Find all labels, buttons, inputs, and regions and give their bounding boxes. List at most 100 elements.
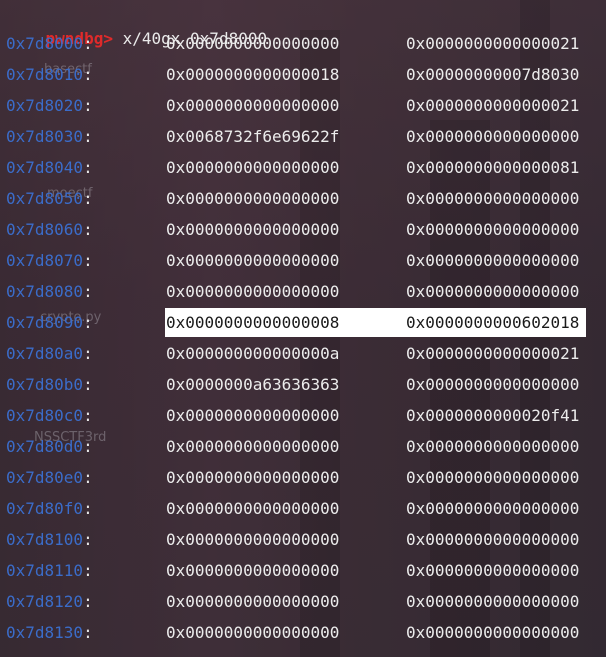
address-text: 0x7d8050	[6, 189, 84, 208]
memory-row: 0x7d8010: 0x0000000000000018 0x00000000007…	[0, 64, 606, 95]
memory-value: 0x0000000000000008	[166, 313, 340, 332]
memory-row: 0x7d8100: 0x0000000000000000 0x00000000000…	[0, 529, 606, 560]
memory-address: 0x7d80a0:	[6, 343, 93, 365]
address-colon: :	[83, 34, 93, 53]
memory-value: 0x0000000a63636363	[166, 375, 340, 394]
memory-value: 0x0000000000000000	[406, 530, 580, 549]
memory-row: 0x7d8050: 0x0000000000000000 0x00000000000…	[0, 188, 606, 219]
address-colon: :	[83, 220, 93, 239]
memory-value: 0x0000000000000000	[166, 468, 340, 487]
address-text: 0x7d8070	[6, 251, 84, 270]
address-text: 0x7d8110	[6, 561, 84, 580]
memory-address: 0x7d8100:	[6, 529, 93, 551]
address-colon: :	[83, 189, 93, 208]
memory-value: 0x0068732f6e69622f	[166, 127, 340, 146]
memory-value: 0x0000000000000000	[166, 437, 340, 456]
memory-value: 0x0000000000020f41	[406, 406, 580, 425]
address-text: 0x7d8010	[6, 65, 84, 84]
memory-value: 0x0000000000000000	[166, 158, 340, 177]
memory-value: 0x0000000000000000	[406, 127, 580, 146]
address-text: 0x7d80b0	[6, 375, 84, 394]
address-text: 0x7d8100	[6, 530, 84, 549]
memory-address: 0x7d8050:	[6, 188, 93, 210]
address-colon: :	[83, 313, 93, 332]
memory-value: 0x0000000000000018	[166, 65, 340, 84]
address-text: 0x7d8060	[6, 220, 84, 239]
memory-value: 0x0000000000602018	[406, 313, 580, 332]
address-text: 0x7d8000	[6, 34, 84, 53]
address-text: 0x7d8120	[6, 592, 84, 611]
address-colon: :	[83, 282, 93, 301]
memory-address: 0x7d8110:	[6, 560, 93, 582]
address-text: 0x7d8080	[6, 282, 84, 301]
memory-value: 0x0000000000000000	[406, 282, 580, 301]
memory-value: 0x0000000000000000	[166, 592, 340, 611]
memory-row: 0x7d80b0: 0x0000000a63636363 0x00000000000…	[0, 374, 606, 405]
memory-address: 0x7d8130:	[6, 622, 93, 644]
memory-address: 0x7d80f0:	[6, 498, 93, 520]
memory-row: 0x7d80c0: 0x0000000000000000 0x00000000000…	[0, 405, 606, 436]
memory-address: 0x7d8070:	[6, 250, 93, 272]
address-colon: :	[83, 96, 93, 115]
memory-value: 0x0000000000000000	[166, 282, 340, 301]
address-colon: :	[83, 592, 93, 611]
memory-value: 0x0000000000000000	[406, 468, 580, 487]
address-colon: :	[83, 530, 93, 549]
memory-value: 0x0000000000000000	[166, 623, 340, 642]
memory-address: 0x7d80e0:	[6, 467, 93, 489]
command-line[interactable]: pwndbg> x/40gx 0x7d8000	[7, 6, 268, 48]
memory-address: 0x7d8120:	[6, 591, 93, 613]
address-colon: :	[83, 499, 93, 518]
memory-value: 0x0000000000000000	[166, 530, 340, 549]
address-text: 0x7d8030	[6, 127, 84, 146]
memory-value: 0x0000000000000000	[166, 189, 340, 208]
memory-row: 0x7d80e0: 0x0000000000000000 0x00000000000…	[0, 467, 606, 498]
address-colon: :	[83, 251, 93, 270]
memory-value: 0x0000000000000000	[406, 220, 580, 239]
memory-value: 0x0000000000000000	[166, 220, 340, 239]
memory-value: 0x0000000000000000	[166, 406, 340, 425]
memory-value: 0x0000000000000000	[406, 251, 580, 270]
memory-address: 0x7d8090:	[6, 312, 93, 334]
memory-row: 0x7d8070: 0x0000000000000000 0x00000000000…	[0, 250, 606, 281]
address-colon: :	[83, 127, 93, 146]
address-colon: :	[83, 561, 93, 580]
memory-row: 0x7d8090: 0x0000000000000008 0x00000000006…	[0, 308, 606, 343]
address-colon: :	[83, 344, 93, 363]
memory-row: 0x7d80a0: 0x000000000000000a 0x00000000000…	[0, 343, 606, 374]
address-colon: :	[83, 468, 93, 487]
address-text: 0x7d8090	[6, 313, 84, 332]
address-colon: :	[83, 623, 93, 642]
memory-address: 0x7d80b0:	[6, 374, 93, 396]
memory-value: 0x0000000000000000	[166, 96, 340, 115]
memory-address: 0x7d8060:	[6, 219, 93, 241]
memory-value: 0x0000000000000021	[406, 34, 580, 53]
address-colon: :	[83, 158, 93, 177]
memory-row: 0x7d8020: 0x0000000000000000 0x00000000000…	[0, 95, 606, 126]
address-text: 0x7d8020	[6, 96, 84, 115]
address-colon: :	[83, 406, 93, 425]
memory-value: 0x0000000000000000	[406, 375, 580, 394]
memory-value: 0x0000000000000021	[406, 344, 580, 363]
memory-value: 0x0000000000000000	[166, 499, 340, 518]
memory-row: 0x7d8120: 0x0000000000000000 0x00000000000…	[0, 591, 606, 622]
memory-value: 0x0000000000000000	[406, 437, 580, 456]
memory-address: 0x7d8040:	[6, 157, 93, 179]
memory-value: 0x00000000007d8030	[406, 65, 580, 84]
terminal-window[interactable]: basectf moectf crypto.py NSSCTF3rd pwndb…	[0, 0, 606, 657]
memory-address: 0x7d8010:	[6, 64, 93, 86]
memory-value: 0x0000000000000081	[406, 158, 580, 177]
memory-value: 0x0000000000000000	[166, 34, 340, 53]
address-text: 0x7d80f0	[6, 499, 84, 518]
memory-value: 0x0000000000000000	[166, 561, 340, 580]
memory-row: 0x7d8030: 0x0068732f6e69622f 0x00000000000…	[0, 126, 606, 157]
address-text: 0x7d8130	[6, 623, 84, 642]
address-text: 0x7d80e0	[6, 468, 84, 487]
memory-value: 0x0000000000000000	[406, 561, 580, 580]
memory-value: 0x0000000000000000	[406, 592, 580, 611]
memory-row: 0x7d8040: 0x0000000000000000 0x00000000000…	[0, 157, 606, 188]
memory-row: 0x7d8130: 0x0000000000000000 0x00000000000…	[0, 622, 606, 653]
memory-address: 0x7d8020:	[6, 95, 93, 117]
address-text: 0x7d80c0	[6, 406, 84, 425]
memory-address: 0x7d80c0:	[6, 405, 93, 427]
